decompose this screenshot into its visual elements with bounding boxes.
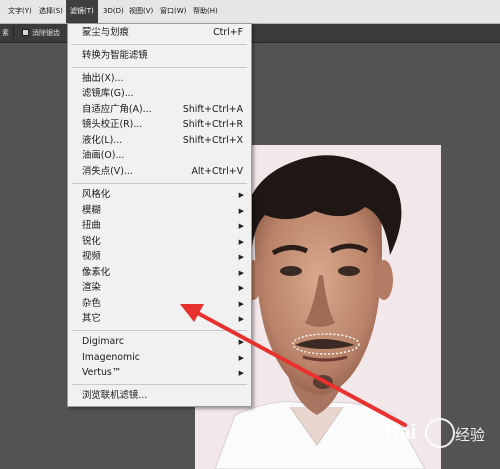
watermark-text-2: 经验 (455, 426, 486, 444)
watermark-text: Bai (385, 422, 417, 444)
red-annotation-arrow-icon (180, 304, 407, 427)
baidu-watermark: Bai 经验 (385, 418, 495, 458)
paw-icon (425, 418, 455, 448)
